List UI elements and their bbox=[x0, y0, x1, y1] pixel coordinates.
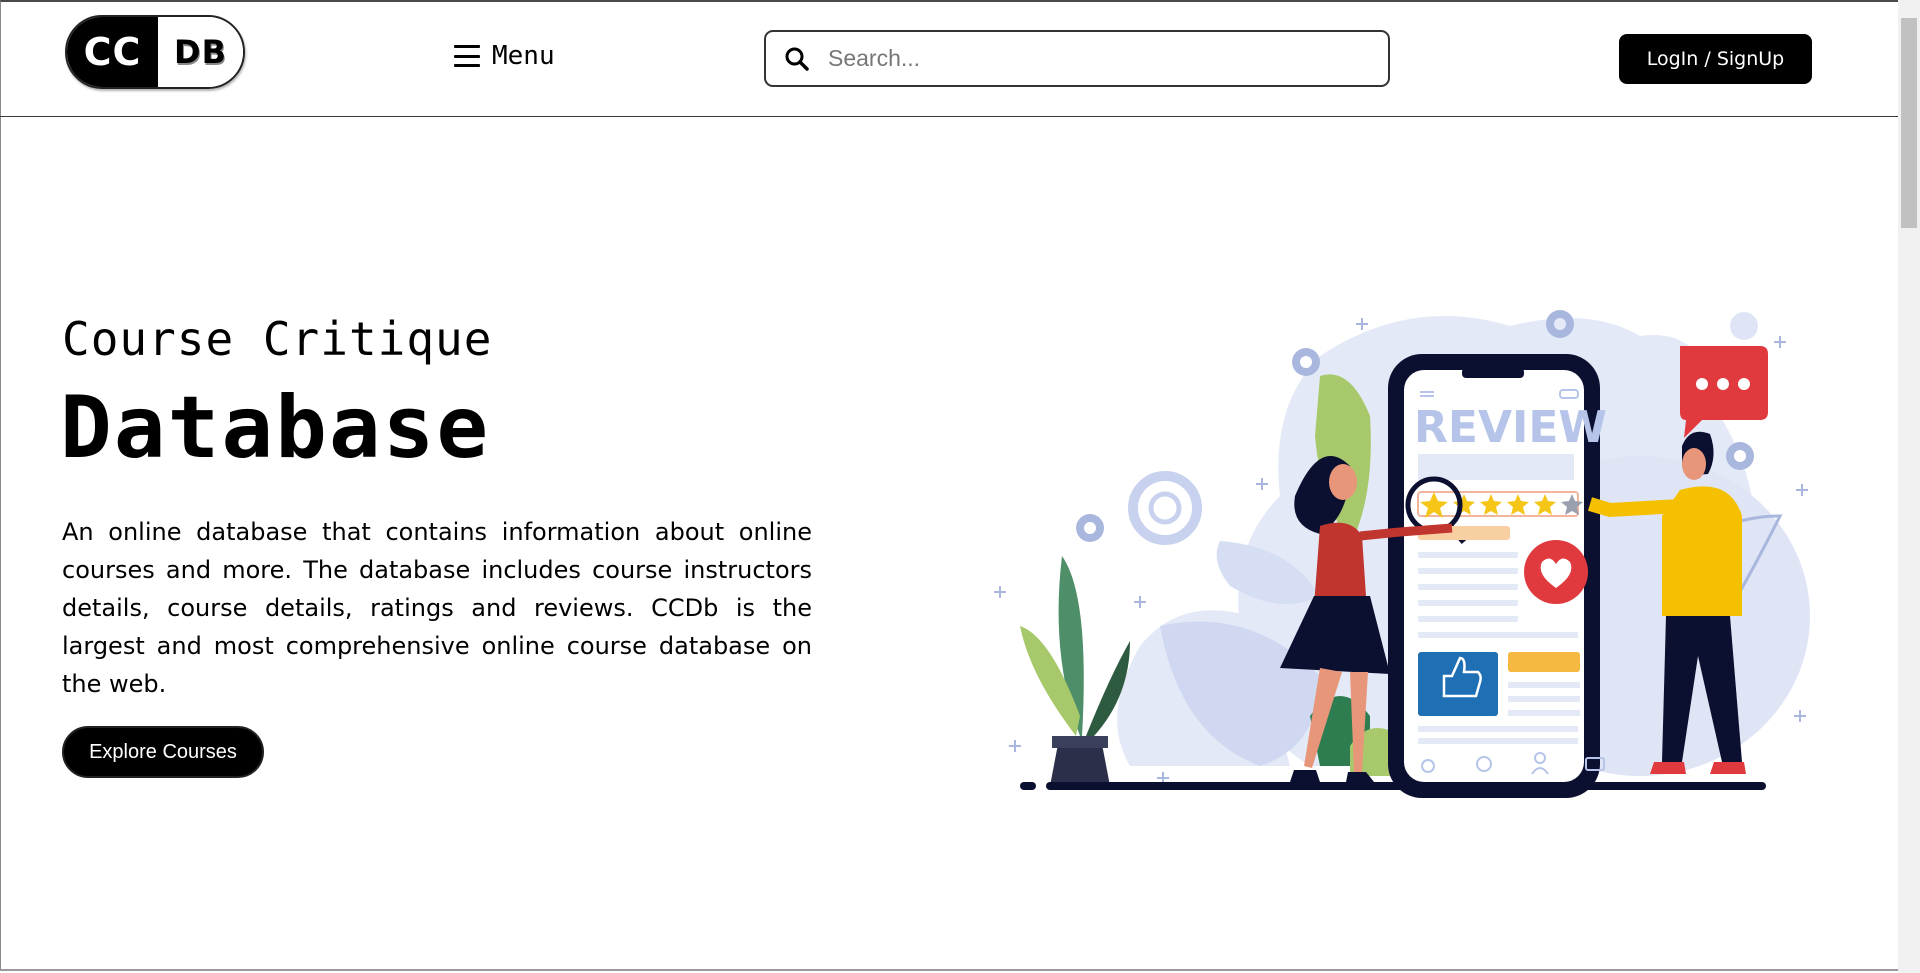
hamburger-icon bbox=[454, 45, 480, 67]
hero-description: An online database that contains informa… bbox=[62, 518, 812, 698]
menu-button[interactable]: Menu bbox=[454, 41, 555, 71]
site-header: CC DB Menu LogIn / SignUp bbox=[0, 0, 1898, 117]
search-icon[interactable] bbox=[784, 46, 810, 72]
menu-label: Menu bbox=[492, 41, 555, 71]
review-heading: REVIEW bbox=[1414, 402, 1607, 453]
vertical-scrollbar[interactable] bbox=[1898, 0, 1920, 973]
scrollbar-thumb[interactable] bbox=[1901, 18, 1917, 228]
login-signup-button[interactable]: LogIn / SignUp bbox=[1619, 34, 1812, 84]
search-input[interactable] bbox=[826, 44, 1370, 73]
logo-left-text: CC bbox=[67, 17, 158, 87]
ccdb-logo[interactable]: CC DB bbox=[65, 15, 245, 89]
hero-subtitle: Course Critique bbox=[62, 312, 493, 366]
review-illustration: REVIEW bbox=[994, 310, 1810, 798]
logo-right-text: DB bbox=[158, 17, 243, 87]
search-bar bbox=[764, 30, 1390, 87]
hero-title: Database bbox=[60, 378, 491, 478]
explore-courses-button[interactable]: Explore Courses bbox=[62, 726, 264, 778]
